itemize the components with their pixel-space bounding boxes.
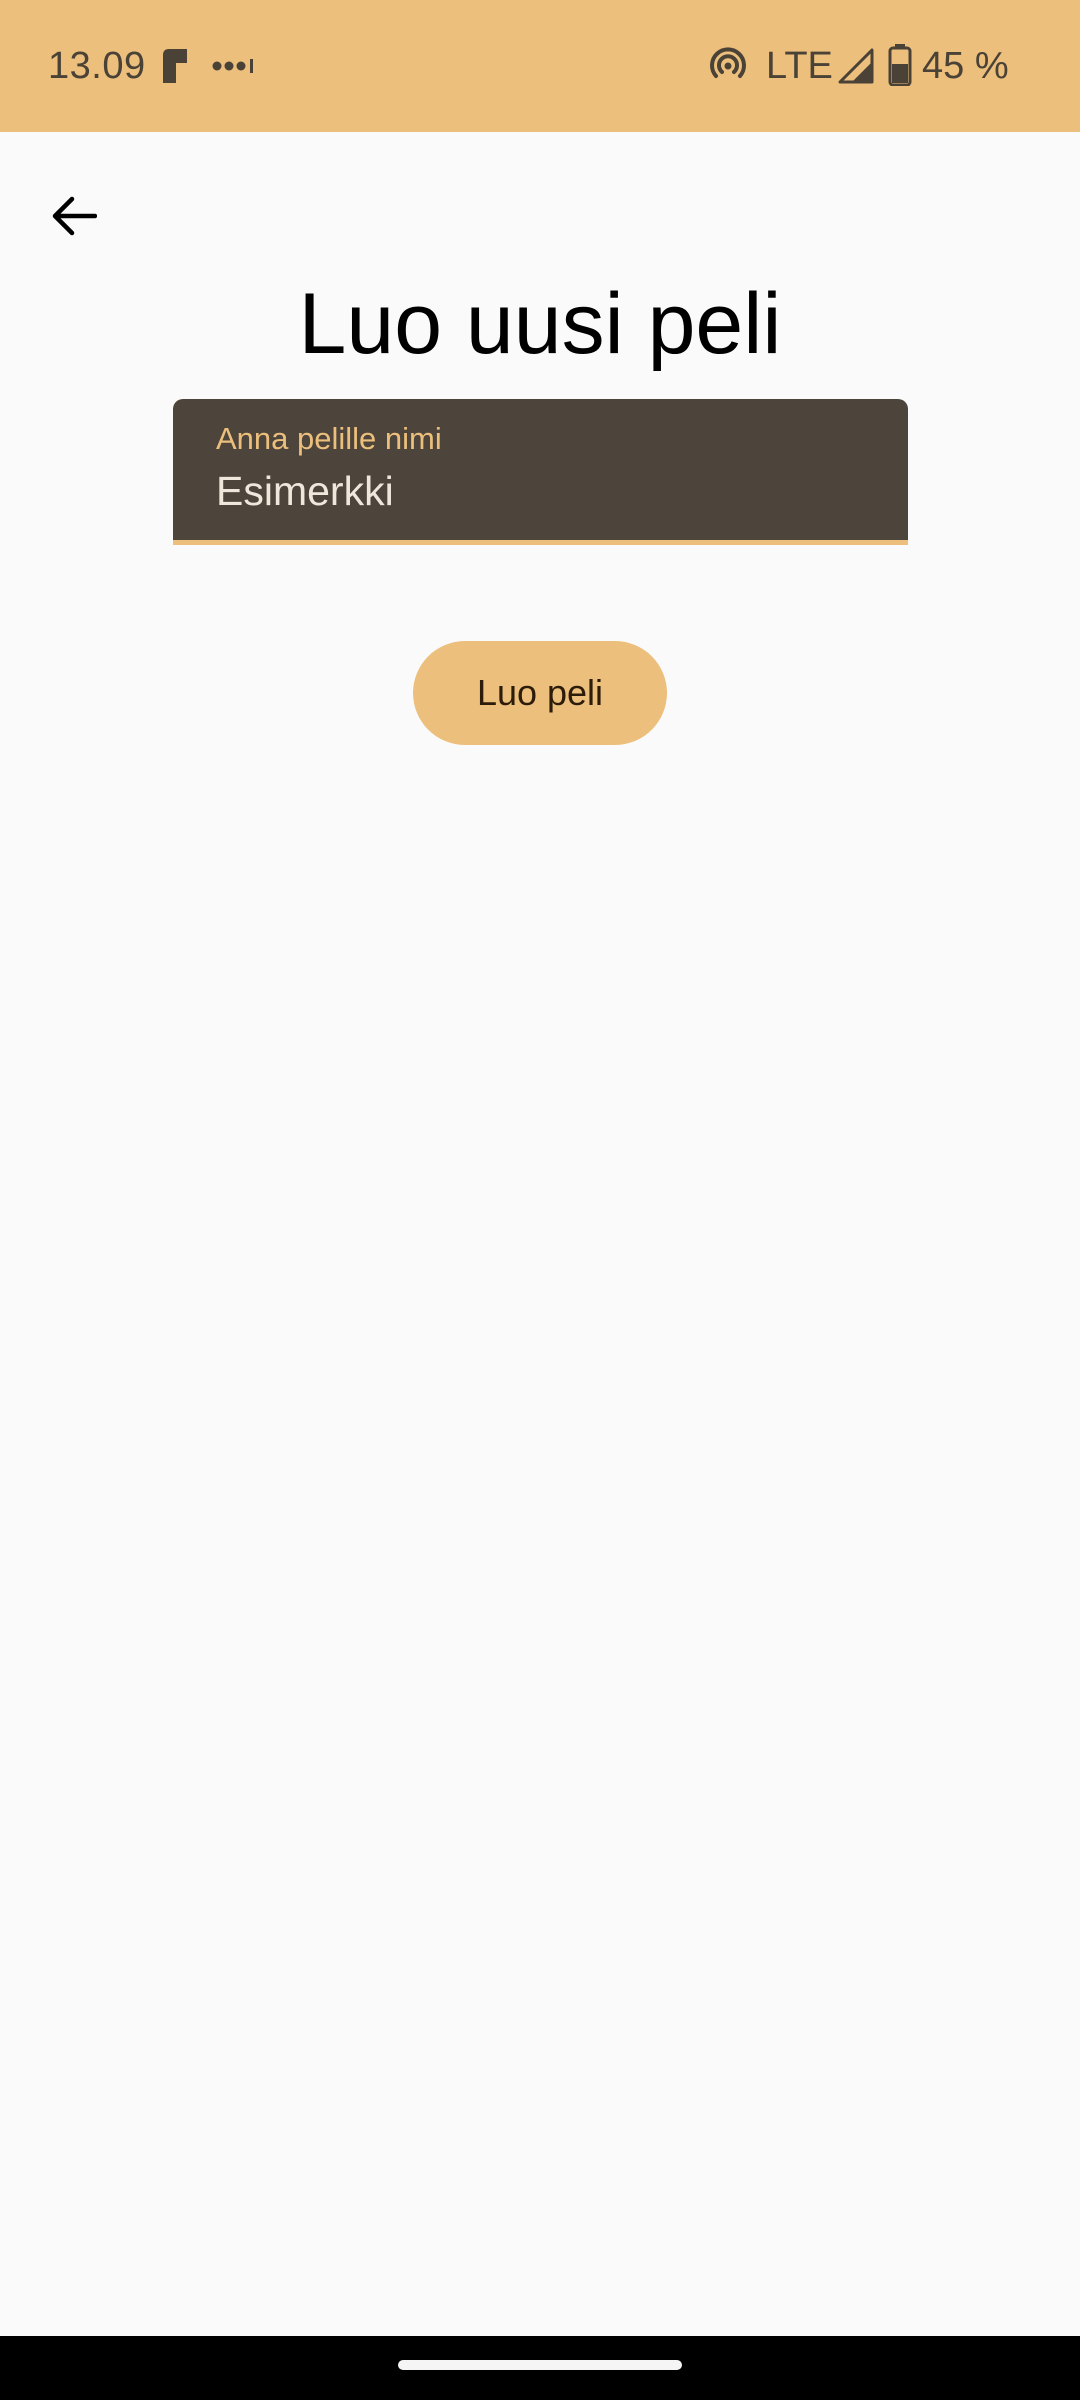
more-notifications-icon bbox=[212, 59, 253, 73]
cell-signal-icon bbox=[838, 48, 874, 84]
battery-icon bbox=[888, 44, 912, 86]
navigation-bar bbox=[0, 2336, 1080, 2400]
hotspot-icon bbox=[710, 47, 746, 78]
back-button[interactable] bbox=[36, 178, 112, 254]
battery-percentage: 45 % bbox=[922, 45, 1009, 87]
create-game-button[interactable]: Luo peli bbox=[413, 641, 667, 745]
network-type: LTE bbox=[766, 45, 833, 87]
app-notification-icon bbox=[163, 49, 187, 83]
home-gesture-handle[interactable] bbox=[398, 2360, 682, 2370]
game-name-field[interactable]: Anna pelille nimi bbox=[173, 399, 908, 545]
page-title: Luo uusi peli bbox=[298, 275, 782, 372]
game-name-input[interactable] bbox=[216, 463, 866, 519]
arrow-back-icon bbox=[52, 196, 97, 236]
status-bar: 13.09 LTE 45 % bbox=[0, 0, 1080, 132]
status-time: 13.09 bbox=[48, 45, 146, 87]
game-name-label: Anna pelille nimi bbox=[216, 421, 442, 456]
